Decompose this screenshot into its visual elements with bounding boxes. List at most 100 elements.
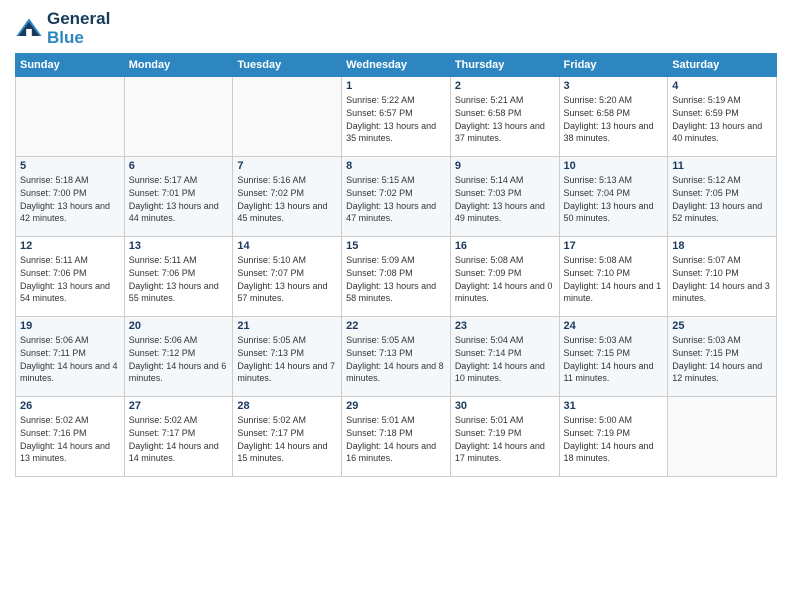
calendar-cell: 6 Sunrise: 5:17 AMSunset: 7:01 PMDaylight… [124,157,233,237]
day-info: Sunrise: 5:07 AMSunset: 7:10 PMDaylight:… [672,254,772,304]
calendar-cell: 18 Sunrise: 5:07 AMSunset: 7:10 PMDayligh… [668,237,777,317]
calendar-header-row: SundayMondayTuesdayWednesdayThursdayFrid… [16,54,777,77]
day-info: Sunrise: 5:21 AMSunset: 6:58 PMDaylight:… [455,94,555,144]
calendar-cell: 3 Sunrise: 5:20 AMSunset: 6:58 PMDaylight… [559,77,668,157]
day-info: Sunrise: 5:12 AMSunset: 7:05 PMDaylight:… [672,174,772,224]
day-number: 30 [455,400,555,412]
day-info: Sunrise: 5:02 AMSunset: 7:17 PMDaylight:… [129,414,229,464]
calendar-cell: 31 Sunrise: 5:00 AMSunset: 7:19 PMDayligh… [559,397,668,477]
col-header-friday: Friday [559,54,668,77]
calendar-cell: 10Sunrise: 5:13 AMSunset: 7:04 PMDayligh… [559,157,668,237]
calendar-cell: 25 Sunrise: 5:03 AMSunset: 7:15 PMDayligh… [668,317,777,397]
calendar-cell: 14Sunrise: 5:10 AMSunset: 7:07 PMDayligh… [233,237,342,317]
calendar-cell: 16 Sunrise: 5:08 AMSunset: 7:09 PMDayligh… [450,237,559,317]
day-info: Sunrise: 5:05 AMSunset: 7:13 PMDaylight:… [346,334,446,384]
day-info: Sunrise: 5:01 AMSunset: 7:18 PMDaylight:… [346,414,446,464]
day-number: 25 [672,320,772,332]
day-info: Sunrise: 5:06 AMSunset: 7:11 PMDaylight:… [20,334,120,384]
day-number: 24 [564,320,664,332]
day-number: 22 [346,320,446,332]
calendar-cell: 8Sunrise: 5:15 AMSunset: 7:02 PMDaylight… [342,157,451,237]
col-header-saturday: Saturday [668,54,777,77]
calendar-cell: 1 Sunrise: 5:22 AMSunset: 6:57 PMDaylight… [342,77,451,157]
col-header-tuesday: Tuesday [233,54,342,77]
calendar-cell: 11 Sunrise: 5:12 AMSunset: 7:05 PMDayligh… [668,157,777,237]
calendar-cell: 9 Sunrise: 5:14 AMSunset: 7:03 PMDaylight… [450,157,559,237]
day-info: Sunrise: 5:22 AMSunset: 6:57 PMDaylight:… [346,94,446,144]
page-container: General Blue SundayMondayTuesdayWednesda… [0,0,792,487]
col-header-thursday: Thursday [450,54,559,77]
calendar-cell: 2 Sunrise: 5:21 AMSunset: 6:58 PMDaylight… [450,77,559,157]
day-info: Sunrise: 5:08 AMSunset: 7:10 PMDaylight:… [564,254,664,304]
day-number: 5 [20,160,120,172]
calendar-cell: 4 Sunrise: 5:19 AMSunset: 6:59 PMDaylight… [668,77,777,157]
day-info: Sunrise: 5:05 AMSunset: 7:13 PMDaylight:… [237,334,337,384]
day-number: 18 [672,240,772,252]
calendar-cell: 17 Sunrise: 5:08 AMSunset: 7:10 PMDayligh… [559,237,668,317]
calendar-cell: 19 Sunrise: 5:06 AMSunset: 7:11 PMDayligh… [16,317,125,397]
calendar-cell: 22 Sunrise: 5:05 AMSunset: 7:13 PMDayligh… [342,317,451,397]
calendar-week-3: 12 Sunrise: 5:11 AMSunset: 7:06 PMDayligh… [16,237,777,317]
calendar-cell: 20 Sunrise: 5:06 AMSunset: 7:12 PMDayligh… [124,317,233,397]
calendar-cell: 13 Sunrise: 5:11 AMSunset: 7:06 PMDayligh… [124,237,233,317]
day-info: Sunrise: 5:18 AMSunset: 7:00 PMDaylight:… [20,174,120,224]
calendar-week-4: 19 Sunrise: 5:06 AMSunset: 7:11 PMDayligh… [16,317,777,397]
col-header-wednesday: Wednesday [342,54,451,77]
day-number: 21 [237,320,337,332]
day-number: 7 [237,160,337,172]
calendar-week-1: 1 Sunrise: 5:22 AMSunset: 6:57 PMDaylight… [16,77,777,157]
day-number: 11 [672,160,772,172]
logo-text: General Blue [47,10,110,47]
calendar-cell: 12Sunrise: 5:11 AMSunset: 7:06 PMDayligh… [16,237,125,317]
day-info: Sunrise: 5:06 AMSunset: 7:12 PMDaylight:… [129,334,229,384]
day-info: Sunrise: 5:19 AMSunset: 6:59 PMDaylight:… [672,94,772,144]
day-info: Sunrise: 5:09 AMSunset: 7:08 PMDaylight:… [346,254,446,304]
day-number: 9 [455,160,555,172]
calendar-cell: 15 Sunrise: 5:09 AMSunset: 7:08 PMDayligh… [342,237,451,317]
day-info: Sunrise: 5:17 AMSunset: 7:01 PMDaylight:… [129,174,229,224]
day-number: 10 [564,160,664,172]
calendar-cell: 29 Sunrise: 5:01 AMSunset: 7:18 PMDayligh… [342,397,451,477]
day-number: 1 [346,80,446,92]
calendar-cell [668,397,777,477]
calendar-week-2: 5 Sunrise: 5:18 AMSunset: 7:00 PMDaylight… [16,157,777,237]
day-number: 15 [346,240,446,252]
day-info: Sunrise: 5:01 AMSunset: 7:19 PMDaylight:… [455,414,555,464]
day-info: Sunrise: 5:16 AMSunset: 7:02 PMDaylight:… [237,174,337,224]
day-number: 20 [129,320,229,332]
calendar-cell: 26 Sunrise: 5:02 AMSunset: 7:16 PMDayligh… [16,397,125,477]
day-number: 6 [129,160,229,172]
day-number: 4 [672,80,772,92]
header: General Blue [15,10,777,47]
day-number: 19 [20,320,120,332]
calendar-cell: 28 Sunrise: 5:02 AMSunset: 7:17 PMDayligh… [233,397,342,477]
day-info: Sunrise: 5:03 AMSunset: 7:15 PMDaylight:… [564,334,664,384]
day-number: 3 [564,80,664,92]
calendar-cell: 24 Sunrise: 5:03 AMSunset: 7:15 PMDayligh… [559,317,668,397]
day-number: 26 [20,400,120,412]
day-info: Sunrise: 5:11 AMSunset: 7:06 PMDaylight:… [129,254,229,304]
day-info: Sunrise: 5:02 AMSunset: 7:17 PMDaylight:… [237,414,337,464]
logo: General Blue [15,10,110,47]
day-info: Sunrise: 5:03 AMSunset: 7:15 PMDaylight:… [672,334,772,384]
col-header-sunday: Sunday [16,54,125,77]
day-number: 31 [564,400,664,412]
calendar-cell: 5 Sunrise: 5:18 AMSunset: 7:00 PMDaylight… [16,157,125,237]
day-number: 29 [346,400,446,412]
day-info: Sunrise: 5:08 AMSunset: 7:09 PMDaylight:… [455,254,555,304]
day-info: Sunrise: 5:20 AMSunset: 6:58 PMDaylight:… [564,94,664,144]
day-info: Sunrise: 5:15 AMSunset: 7:02 PMDaylight:… [346,174,446,224]
day-info: Sunrise: 5:00 AMSunset: 7:19 PMDaylight:… [564,414,664,464]
day-number: 28 [237,400,337,412]
calendar-cell: 23Sunrise: 5:04 AMSunset: 7:14 PMDayligh… [450,317,559,397]
day-number: 12 [20,240,120,252]
calendar-cell [16,77,125,157]
day-number: 2 [455,80,555,92]
day-info: Sunrise: 5:14 AMSunset: 7:03 PMDaylight:… [455,174,555,224]
day-number: 16 [455,240,555,252]
day-number: 13 [129,240,229,252]
day-number: 17 [564,240,664,252]
day-info: Sunrise: 5:04 AMSunset: 7:14 PMDaylight:… [455,334,555,384]
day-info: Sunrise: 5:02 AMSunset: 7:16 PMDaylight:… [20,414,120,464]
calendar-cell [124,77,233,157]
